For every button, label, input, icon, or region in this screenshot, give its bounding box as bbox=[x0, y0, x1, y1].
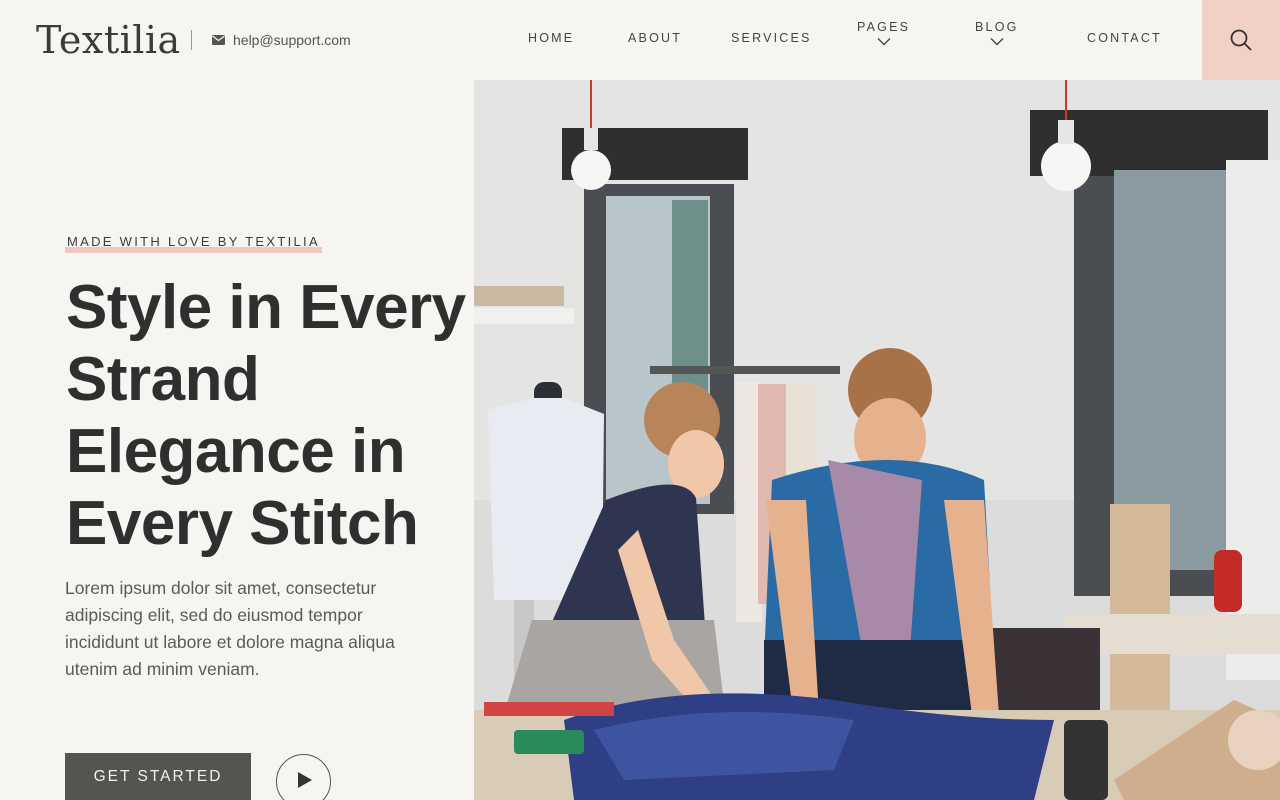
logo[interactable]: Textilia bbox=[36, 14, 181, 66]
search-button[interactable] bbox=[1202, 0, 1280, 80]
headline-line: Every Stitch bbox=[66, 489, 419, 558]
hero-description: Lorem ipsum dolor sit amet, consectetur … bbox=[65, 578, 395, 679]
hero-headline: Style in Every Strand Elegance in Every … bbox=[66, 272, 466, 560]
support-email[interactable]: help@support.com bbox=[212, 32, 351, 48]
headline-line: Elegance in bbox=[66, 417, 406, 486]
play-video-button[interactable] bbox=[276, 754, 331, 800]
nav-home[interactable]: HOME bbox=[526, 31, 577, 50]
tailoring-studio-photo bbox=[474, 80, 1280, 800]
play-icon bbox=[298, 772, 312, 788]
search-icon bbox=[1230, 29, 1252, 51]
nav-about[interactable]: ABOUT bbox=[628, 31, 682, 45]
nav-home-label: HOME bbox=[528, 31, 575, 45]
nav-blog[interactable]: BLOG bbox=[975, 20, 1019, 46]
email-text: help@support.com bbox=[233, 32, 351, 48]
headline-line: Style in Every bbox=[66, 273, 466, 342]
hero-eyebrow: MADE WITH LOVE BY TEXTILIA bbox=[65, 234, 322, 253]
nav-pages[interactable]: PAGES bbox=[857, 20, 910, 46]
nav-contact[interactable]: CONTACT bbox=[1087, 31, 1162, 45]
hero-image bbox=[474, 80, 1280, 800]
chevron-down-icon bbox=[877, 38, 891, 46]
get-started-button[interactable]: GET STARTED bbox=[65, 753, 251, 800]
nav-services[interactable]: SERVICES bbox=[731, 31, 812, 45]
envelope-icon bbox=[212, 35, 225, 45]
header-divider bbox=[191, 30, 192, 50]
eyebrow-text: MADE WITH LOVE BY TEXTILIA bbox=[67, 234, 320, 249]
nav-pages-label: PAGES bbox=[857, 20, 911, 34]
headline-line: Strand bbox=[66, 345, 260, 414]
site-header: Textilia help@support.com HOME ABOUT SER… bbox=[0, 0, 1280, 80]
get-started-label: GET STARTED bbox=[93, 768, 223, 785]
nav-blog-label: BLOG bbox=[975, 20, 1019, 34]
chevron-down-icon bbox=[990, 38, 1004, 46]
